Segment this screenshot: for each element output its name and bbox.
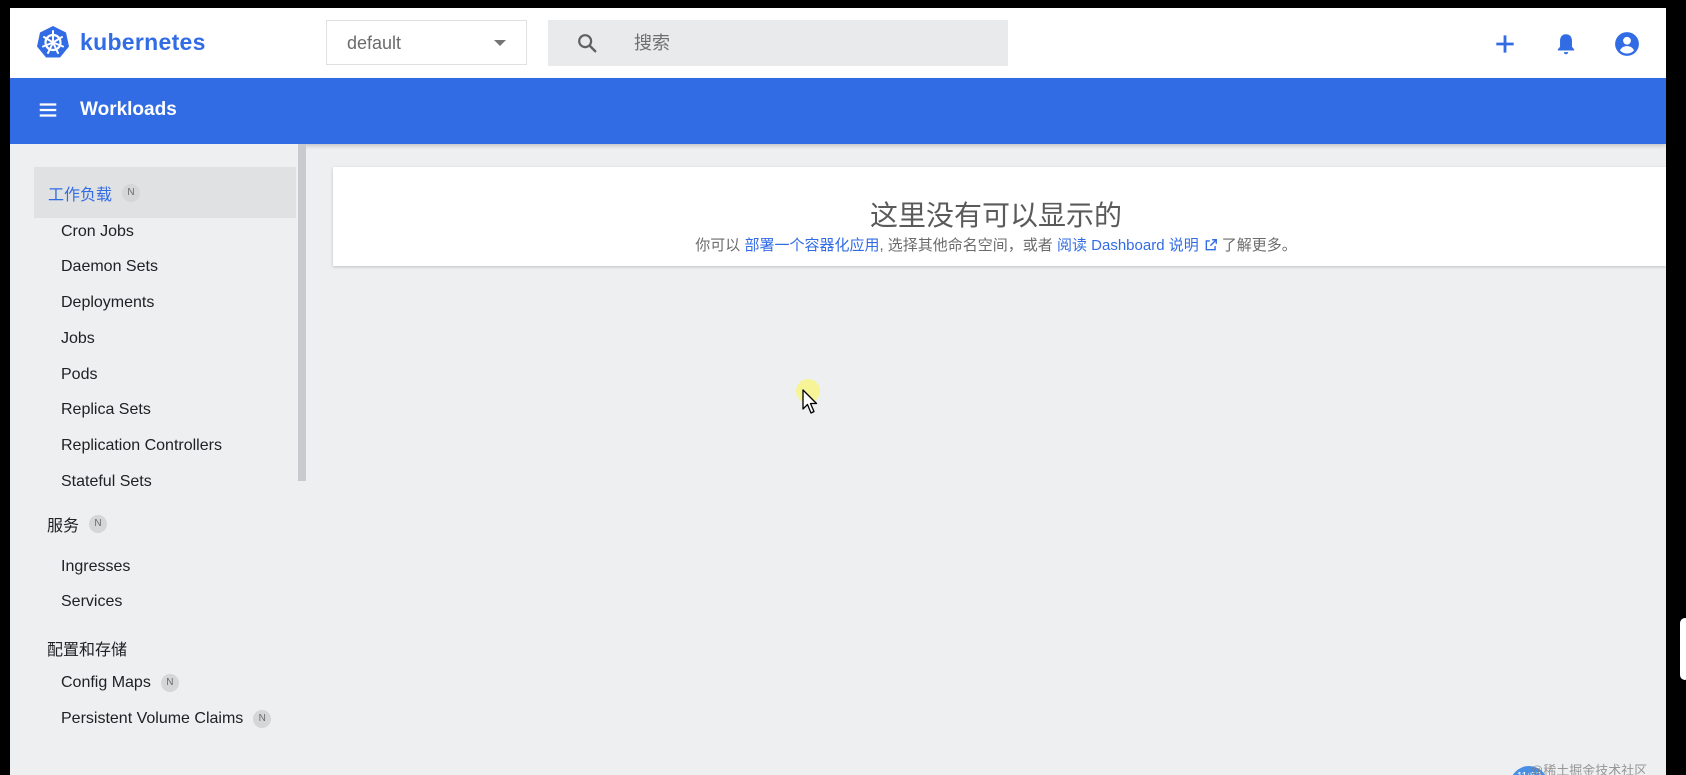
sidebar-item-label: Persistent Volume Claims (61, 710, 244, 727)
sidebar-item-replica-sets[interactable]: Replica Sets (61, 401, 151, 419)
empty-state-prefix: 你可以 (695, 237, 741, 254)
sidebar-section-label: 配置和存储 (47, 642, 128, 659)
sidebar-section-config-storage[interactable]: 配置和存储 (47, 636, 127, 660)
sidebar-section-label: 服务 (47, 518, 80, 535)
bell-icon[interactable] (1553, 31, 1579, 57)
kubernetes-logo[interactable]: kubernetes (36, 25, 206, 59)
sidebar-item-pods[interactable]: Pods (61, 366, 97, 384)
sidebar-item-stateful-sets[interactable]: Stateful Sets (61, 473, 152, 491)
sidebar-section-label: 工作负载 (48, 186, 113, 204)
sidebar-item-deployments[interactable]: Deployments (61, 294, 154, 312)
sidebar-section-services[interactable]: 服务 N (47, 512, 108, 536)
sidebar-scrollbar-thumb[interactable] (298, 144, 306, 481)
sidebar: 工作负载 N Cron Jobs Daemon Sets Deployments… (10, 144, 306, 775)
sidebar-item-label: Config Maps (61, 674, 151, 691)
sidebar-item-config-maps[interactable]: Config Maps N (61, 674, 179, 692)
sidebar-item-label: Jobs (61, 330, 95, 347)
sidebar-item-label: Deployments (61, 294, 155, 311)
empty-state-title: 这里没有可以显示的 (869, 200, 1122, 231)
namespace-badge: N (160, 674, 179, 692)
sidebar-item-ingresses[interactable]: Ingresses (61, 558, 130, 576)
sidebar-item-label: Stateful Sets (61, 473, 152, 490)
dashboard-window: kubernetes default 搜索 Workloads 工作负载 N C… (10, 8, 1666, 775)
page-title: Workloads (80, 99, 177, 120)
sidebar-item-label: Services (61, 593, 123, 610)
watermark: @稀土掘金技术社区 (1530, 763, 1648, 775)
deploy-app-link[interactable]: 部署一个容器化应用 (744, 237, 879, 254)
search-input[interactable] (634, 20, 994, 66)
top-toolbar: kubernetes default (10, 8, 1666, 79)
sidebar-item-replication-controllers[interactable]: Replication Controllers (61, 437, 222, 455)
sidebar-item-label: Pods (61, 366, 98, 383)
sidebar-item-label: Replication Controllers (61, 437, 222, 454)
sidebar-item-label: Cron Jobs (61, 223, 134, 240)
namespace-value: default (347, 33, 402, 53)
sidebar-item-persistent-volume-claims[interactable]: Persistent Volume Claims N (61, 710, 272, 728)
dashboard-docs-link[interactable]: 阅读 Dashboard 说明 (1057, 237, 1199, 254)
namespace-select[interactable]: default (326, 20, 527, 65)
namespace-badge: N (89, 515, 108, 533)
search-bar[interactable] (548, 20, 1008, 66)
plus-icon[interactable] (1492, 31, 1518, 57)
sidebar-item-cron-jobs[interactable]: Cron Jobs (61, 223, 134, 241)
sidebar-item-label: Daemon Sets (61, 258, 158, 275)
sidebar-item-label: Replica Sets (61, 401, 151, 418)
sidebar-item-label: Ingresses (61, 558, 131, 575)
edge-handle (1680, 618, 1686, 680)
search-icon (578, 34, 597, 53)
empty-state-suffix: 了解更多。 (1221, 237, 1297, 254)
namespace-badge: N (122, 183, 141, 202)
sidebar-item-daemon-sets[interactable]: Daemon Sets (61, 258, 158, 276)
mouse-cursor-icon (802, 389, 818, 414)
empty-state-card: 这里没有可以显示的 你可以 部署一个容器化应用, 选择其他命名空间，或者 阅读 … (333, 167, 1666, 266)
sidebar-section-workloads[interactable]: 工作负载 N (34, 167, 296, 218)
empty-state-middle: , 选择其他命名空间，或者 (879, 237, 1053, 254)
logo-text: kubernetes (80, 28, 206, 55)
account-circle-icon[interactable] (1614, 31, 1640, 57)
namespace-badge: N (253, 710, 272, 728)
empty-state-message: 你可以 部署一个容器化应用, 选择其他命名空间，或者 阅读 Dashboard … (333, 234, 1659, 255)
menu-icon[interactable] (37, 99, 59, 121)
page-header: Workloads (10, 78, 1666, 144)
sidebar-item-services[interactable]: Services (61, 593, 122, 611)
kubernetes-logo-icon (37, 26, 69, 58)
external-link-icon[interactable] (1204, 238, 1218, 252)
sidebar-scrollbar[interactable] (298, 144, 306, 775)
caret-down-icon (494, 40, 506, 46)
sidebar-item-jobs[interactable]: Jobs (61, 330, 95, 348)
